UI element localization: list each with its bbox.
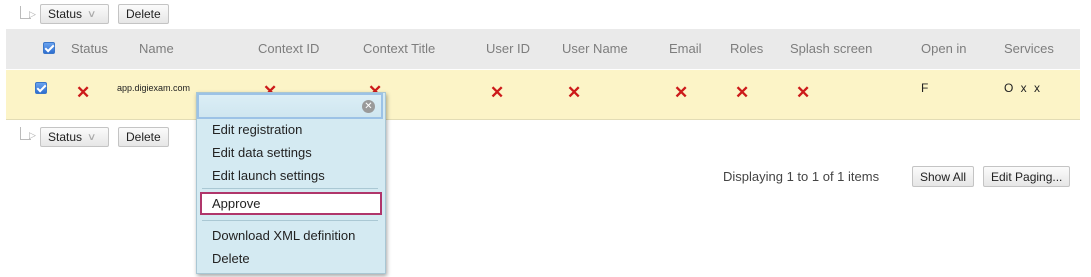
paging-info: Displaying 1 to 1 of 1 items xyxy=(723,169,880,184)
menu-item-approve[interactable]: Approve xyxy=(200,192,382,215)
status-error-icon: ✕ xyxy=(76,83,91,102)
delete-label: Delete xyxy=(126,130,161,144)
header-email[interactable]: Email xyxy=(669,41,702,56)
menu-item-edit-launch-settings[interactable]: Edit launch settings xyxy=(212,168,325,183)
header-user-id[interactable]: User ID xyxy=(486,41,530,56)
status-label: Status xyxy=(48,7,83,21)
header-services[interactable]: Services xyxy=(1004,41,1054,56)
show-all-label: Show All xyxy=(920,169,967,184)
arrow-right-icon: ▷ xyxy=(29,9,36,19)
delete-label: Delete xyxy=(126,7,161,21)
table-row[interactable] xyxy=(6,70,1080,120)
status-label: Status xyxy=(48,130,83,144)
menu-divider xyxy=(202,220,378,221)
row-name[interactable]: app.digiexam.com xyxy=(117,83,190,93)
edit-paging-label: Edit Paging... xyxy=(991,169,1063,184)
header-user-name[interactable]: User Name xyxy=(562,41,628,56)
approve-label: Approve xyxy=(212,196,261,211)
menu-divider xyxy=(202,188,378,189)
header-splash-screen[interactable]: Splash screen xyxy=(790,41,872,56)
status-dropdown-button[interactable]: Status ∨ xyxy=(40,4,109,24)
user-name-error-icon: ✕ xyxy=(567,83,582,102)
chevron-down-icon: ∨ xyxy=(86,8,97,20)
arrow-right-icon: ▷ xyxy=(29,130,36,140)
menu-item-edit-data-settings[interactable]: Edit data settings xyxy=(212,145,312,160)
menu-item-edit-registration[interactable]: Edit registration xyxy=(212,122,302,137)
roles-error-icon: ✕ xyxy=(735,83,750,102)
status-dropdown-button-bottom[interactable]: Status ∨ xyxy=(40,127,109,147)
header-name[interactable]: Name xyxy=(139,41,174,56)
menu-search-input[interactable]: ✕ xyxy=(197,93,383,119)
menu-item-download-xml[interactable]: Download XML definition xyxy=(212,228,355,243)
delete-button[interactable]: Delete xyxy=(118,4,169,24)
header-status[interactable]: Status xyxy=(71,41,108,56)
edit-paging-button[interactable]: Edit Paging... xyxy=(983,166,1071,187)
show-all-button[interactable]: Show All xyxy=(912,166,975,187)
row-checkbox[interactable] xyxy=(35,82,47,94)
header-open-in[interactable]: Open in xyxy=(921,41,967,56)
context-menu: ✕ Edit registration Edit data settings E… xyxy=(196,92,386,274)
clear-icon[interactable]: ✕ xyxy=(362,100,375,113)
email-error-icon: ✕ xyxy=(674,83,689,102)
select-all-checkbox[interactable] xyxy=(43,42,55,54)
services-value: O x x xyxy=(1004,81,1043,95)
header-context-title[interactable]: Context Title xyxy=(363,41,435,56)
delete-button-bottom[interactable]: Delete xyxy=(118,127,169,147)
chevron-down-icon: ∨ xyxy=(86,131,97,143)
header-roles[interactable]: Roles xyxy=(730,41,763,56)
open-in-value: F xyxy=(921,81,929,95)
user-id-error-icon: ✕ xyxy=(490,83,505,102)
header-context-id[interactable]: Context ID xyxy=(258,41,319,56)
menu-item-delete[interactable]: Delete xyxy=(212,251,250,266)
splash-screen-error-icon: ✕ xyxy=(796,83,811,102)
